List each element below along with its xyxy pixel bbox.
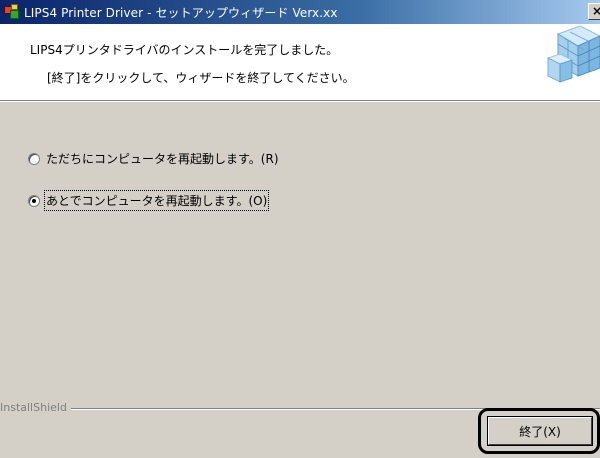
installshield-brand: InstallShield (0, 401, 71, 414)
close-button[interactable]: × (588, 3, 600, 20)
window-title: LIPS4 Printer Driver - セットアップウィザード Verx.… (24, 5, 338, 20)
title-bar: LIPS4 Printer Driver - セットアップウィザード Verx.… (0, 0, 600, 24)
restart-now-radio[interactable] (28, 152, 40, 165)
restart-now-option[interactable]: ただちにコンピュータを再起動します。(R) (28, 150, 279, 167)
restart-later-label[interactable]: あとでコンピュータを再起動します。(O) (43, 190, 270, 211)
instruction-message: [終了]をクリックして、ウィザードを終了してください。 (47, 71, 355, 85)
printer-cubes-graphic (528, 24, 600, 100)
restart-later-option[interactable]: あとでコンピュータを再起動します。(O) (28, 190, 270, 211)
finish-button[interactable]: 終了(X) (488, 417, 592, 445)
wizard-body: ただちにコンピュータを再起動します。(R) あとでコンピュータを再起動します。(… (0, 102, 600, 458)
wizard-header: LIPS4プリンタドライバのインストールを完了しました。 [終了]をクリックして… (0, 24, 600, 100)
setup-app-icon (4, 4, 20, 20)
completion-message: LIPS4プリンタドライバのインストールを完了しました。 (30, 43, 339, 57)
restart-later-radio[interactable] (28, 194, 40, 207)
restart-now-label[interactable]: ただちにコンピュータを再起動します。(R) (46, 150, 279, 167)
